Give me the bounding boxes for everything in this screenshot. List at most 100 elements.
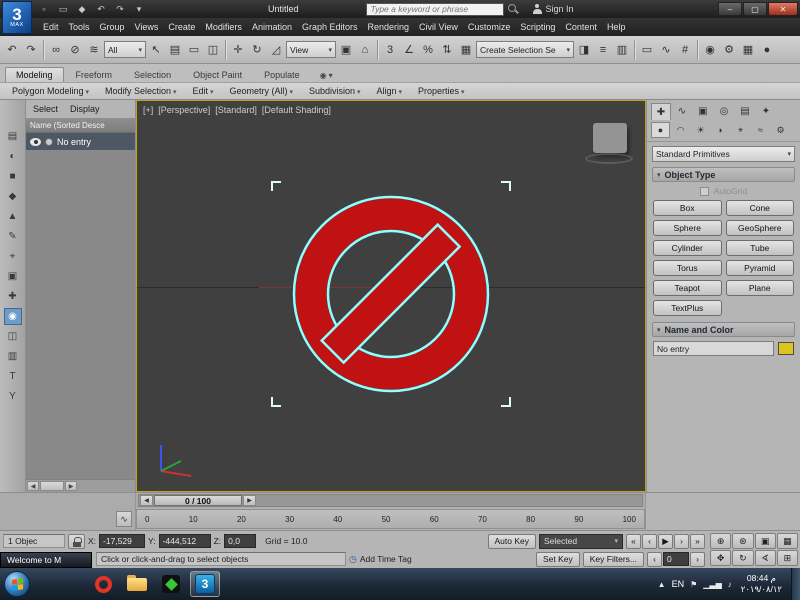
visibility-eye-icon[interactable] (30, 137, 41, 146)
scroll-left-icon[interactable]: ◀ (27, 481, 39, 491)
scene-explorer-tool-icon[interactable]: Y (4, 388, 22, 405)
select-and-rotate-icon[interactable]: ↻ (248, 39, 266, 61)
geometry-category-dropdown[interactable]: Standard Primitives (652, 146, 795, 162)
scene-explorer-tool-icon[interactable]: ▣ (4, 268, 22, 285)
search-icon[interactable] (507, 3, 519, 15)
ribbon-group-button[interactable]: Align (370, 85, 409, 97)
track-bar-ruler[interactable]: 0 10 20 30 40 50 60 70 80 90 100 (136, 509, 645, 529)
viewport-shading-menu[interactable]: [Default Shading] (262, 105, 331, 115)
rendered-frame-window-icon[interactable]: ▦ (739, 39, 757, 61)
orbit-icon[interactable]: ↻ (732, 550, 754, 566)
3ds-max-logo[interactable]: 3 MAX (2, 1, 32, 34)
redo-quick-icon[interactable]: ↷ (112, 2, 128, 16)
motion-tab-icon[interactable]: ◎ (714, 103, 734, 120)
lights-category-icon[interactable]: ☀ (691, 122, 710, 138)
taskbar-clock[interactable]: 08:44 م ٢٠١٩/٠٨/١٢ (738, 573, 785, 594)
time-slider-handle[interactable]: 0 / 100 (154, 495, 242, 506)
ribbon-group-button[interactable]: Edit (186, 85, 221, 97)
add-time-tag-label[interactable]: Add Time Tag (360, 554, 412, 564)
close-button[interactable]: ✕ (768, 2, 798, 16)
sign-in-avatar-icon[interactable] (532, 3, 543, 15)
scene-explorer-tool-icon[interactable]: ◫ (4, 328, 22, 345)
scene-explorer-tool-icon[interactable]: ◐ (4, 148, 22, 165)
ribbon-minimize-icon[interactable]: ▾ (329, 71, 333, 80)
play-icon[interactable]: ▶ (658, 533, 673, 549)
hidden-icons-arrow-icon[interactable]: ▲ (658, 580, 666, 589)
go-to-start-icon[interactable]: « (626, 533, 641, 549)
zoom-extents-all-icon[interactable]: ▦ (776, 533, 798, 549)
align-icon[interactable]: ≡ (594, 39, 612, 61)
auto-key-button[interactable]: Auto Key (487, 533, 536, 549)
scene-explorer-tool-icon[interactable]: ▤ (4, 128, 22, 145)
selection-lock-icon[interactable] (68, 533, 85, 549)
x-coordinate-field[interactable] (99, 534, 146, 548)
scene-explorer-column-header[interactable]: Name (Sorted Desce (26, 118, 135, 133)
helpers-category-icon[interactable]: ⌖ (731, 122, 750, 138)
geometry-category-icon[interactable]: ● (651, 122, 670, 138)
scene-explorer-tool-icon[interactable]: ◆ (4, 188, 22, 205)
volume-icon[interactable]: ♪ (728, 580, 732, 589)
viewport-pov-menu[interactable]: [Perspective] (158, 105, 210, 115)
frame-spin-left-icon[interactable]: ‹ (647, 551, 662, 567)
curve-editor-icon[interactable]: ∿ (657, 39, 675, 61)
percent-snap-icon[interactable]: % (419, 39, 437, 61)
scene-explorer-row[interactable]: No entry (26, 133, 135, 150)
schematic-view-icon[interactable]: # (676, 39, 694, 61)
select-object-icon[interactable]: ↖ (147, 39, 165, 61)
show-desktop-button[interactable] (791, 568, 800, 600)
spinner-snap-icon[interactable]: ⇅ (438, 39, 456, 61)
taskbar-app-green[interactable] (156, 571, 186, 597)
taskbar-app-opera[interactable] (88, 571, 118, 597)
autogrid-checkbox[interactable] (699, 186, 709, 196)
viewport-general-menu[interactable]: [+] (143, 105, 153, 115)
render-production-icon[interactable]: ● (758, 39, 776, 61)
name-and-color-rollout-header[interactable]: Name and Color (652, 322, 795, 337)
key-mode-dropdown[interactable]: Selected (539, 533, 623, 549)
welcome-window-titlebar[interactable]: Welcome to M (0, 552, 92, 568)
scene-explorer-tool-icon[interactable]: ◉ (3, 308, 22, 325)
key-filters-button[interactable]: Key Filters... (582, 551, 644, 567)
time-slider-next-icon[interactable]: ▶ (243, 495, 256, 506)
zoom-icon[interactable]: ⊕ (710, 533, 732, 549)
menu-item[interactable]: Civil View (414, 20, 463, 34)
bind-to-space-warp-icon[interactable]: ≋ (85, 39, 103, 61)
ribbon-tab-selection[interactable]: Selection (124, 68, 181, 82)
cameras-category-icon[interactable]: ◗ (711, 122, 730, 138)
scene-explorer-tool-icon[interactable]: ▥ (4, 348, 22, 365)
scrollbar-thumb[interactable] (40, 481, 64, 491)
object-color-swatch[interactable] (778, 342, 794, 355)
scene-explorer-tool-icon[interactable]: ✎ (4, 228, 22, 245)
object-type-button[interactable]: Sphere (653, 220, 722, 236)
object-type-button[interactable]: Pyramid (725, 260, 794, 276)
ribbon-group-button[interactable]: Properties (411, 85, 472, 97)
object-type-button[interactable]: Box (653, 200, 722, 216)
no-entry-sign-object[interactable] (285, 188, 497, 400)
redo-icon[interactable]: ↷ (22, 39, 40, 61)
menu-item[interactable]: Animation (247, 20, 297, 34)
object-type-rollout-header[interactable]: Object Type (652, 167, 795, 182)
previous-frame-icon[interactable]: ‹ (642, 533, 657, 549)
scene-explorer-hscrollbar[interactable]: ◀ ▶ (26, 479, 135, 492)
scene-explorer-display-menu[interactable]: Display (70, 104, 100, 114)
scene-explorer-tool-icon[interactable]: ⌖ (4, 248, 22, 265)
quick-access-arrow-icon[interactable]: ▾ (131, 2, 147, 16)
scene-explorer-tool-icon[interactable]: T (4, 368, 22, 385)
reference-coordinate-system-dropdown[interactable]: View (286, 41, 336, 58)
mini-curve-editor-icon[interactable]: ∿ (116, 511, 132, 527)
render-setup-icon[interactable]: ⚙ (720, 39, 738, 61)
menu-item[interactable]: Customize (463, 20, 516, 34)
mirror-icon[interactable]: ◨ (575, 39, 593, 61)
z-coordinate-field[interactable] (224, 534, 257, 548)
object-type-button[interactable]: Cylinder (653, 240, 722, 256)
maximize-button[interactable]: ▢ (743, 2, 767, 16)
ribbon-group-button[interactable]: Geometry (All) (223, 85, 300, 97)
object-type-button[interactable]: Teapot (653, 280, 722, 296)
set-key-button[interactable]: Set Key (535, 551, 580, 567)
zoom-all-icon[interactable]: ⊛ (732, 533, 754, 549)
viewcube[interactable] (593, 123, 627, 153)
modify-tab-icon[interactable]: ∿ (672, 103, 692, 120)
menu-item[interactable]: Graph Editors (297, 20, 363, 34)
ribbon-tab-modeling[interactable]: Modeling (5, 67, 64, 82)
zoom-extents-icon[interactable]: ▣ (754, 533, 776, 549)
scene-explorer-tool-icon[interactable]: ■ (4, 168, 22, 185)
